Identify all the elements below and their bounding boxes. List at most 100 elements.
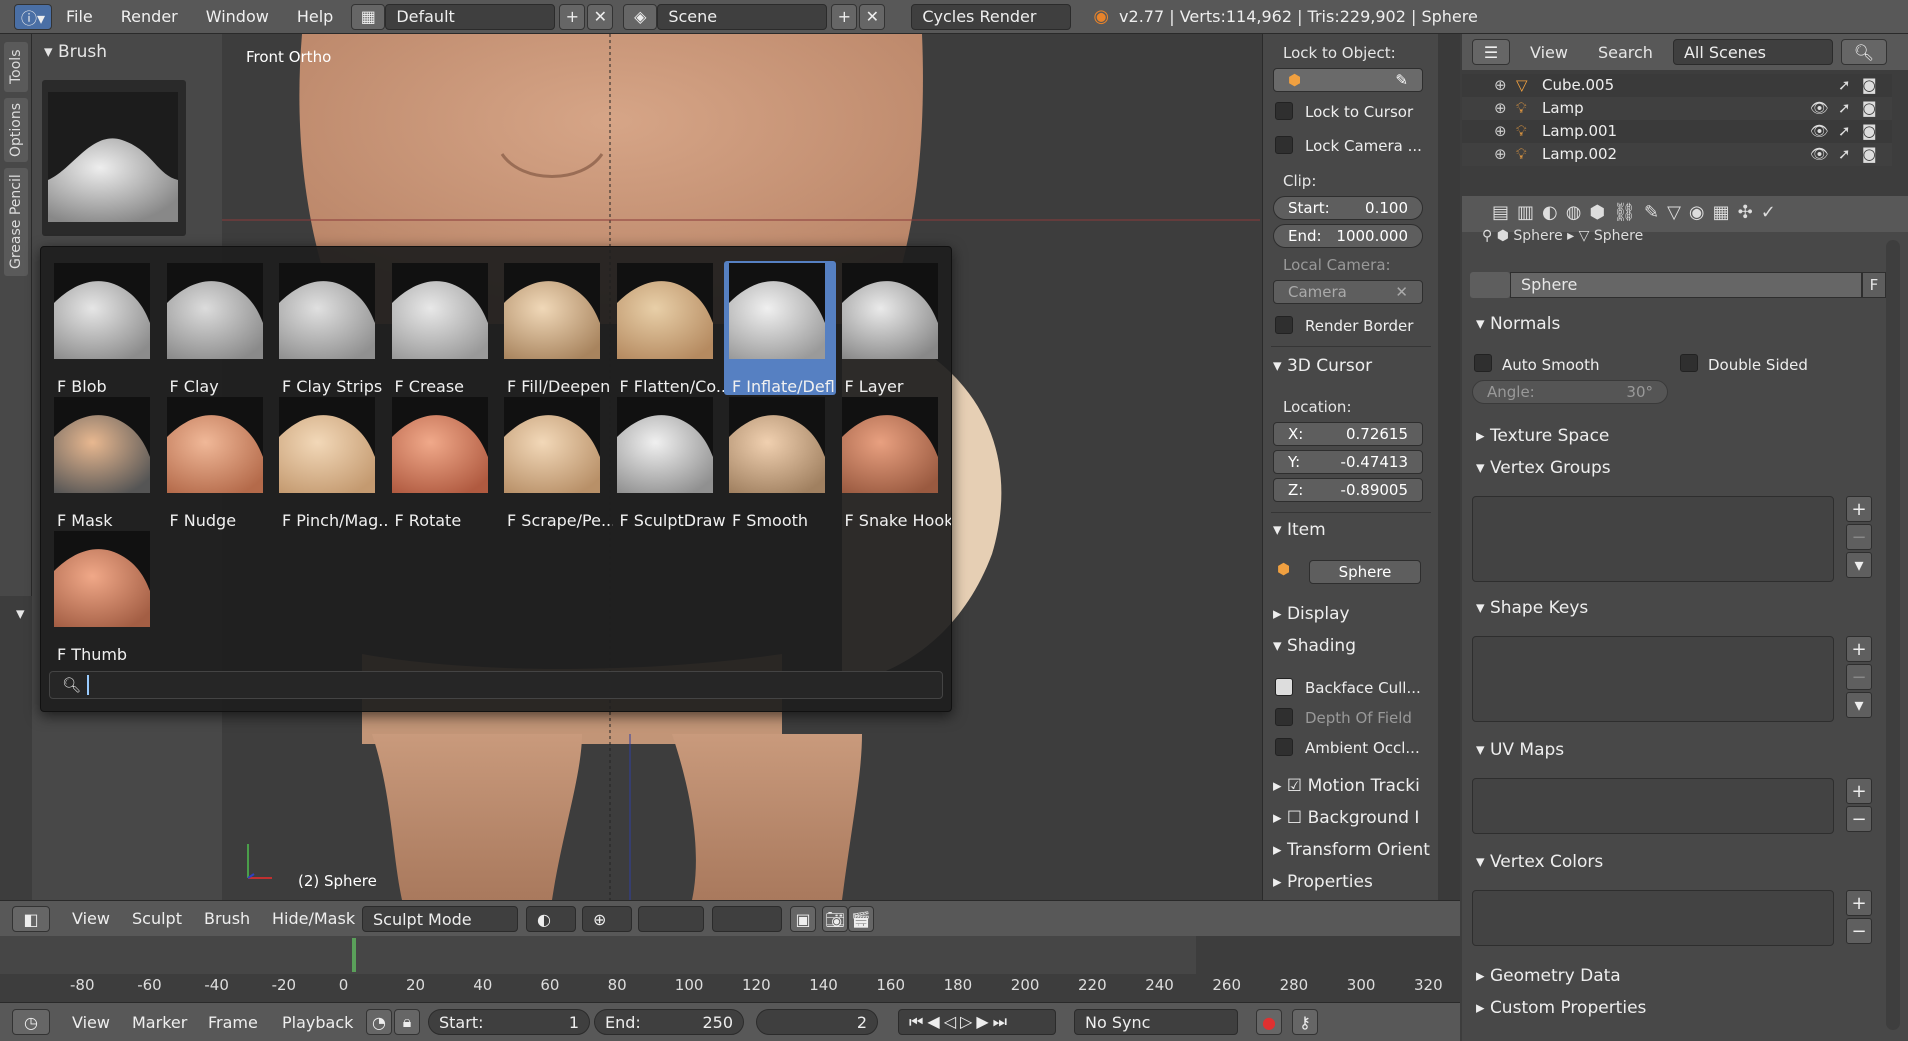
shading-panel-header[interactable]: ▾ Shading <box>1273 636 1356 656</box>
cursor-x-field[interactable]: X: 0.72615 <box>1273 422 1423 446</box>
angle-field[interactable]: Angle: 30° <box>1472 380 1668 404</box>
transform-orient-header[interactable]: ▸ Transform Orient <box>1273 840 1430 860</box>
mode-dropdown[interactable]: Sculpt Mode <box>362 906 518 932</box>
texture-space-header[interactable]: ▸ Texture Space <box>1476 426 1609 446</box>
motion-tracking-header[interactable]: ▸ ☑ Motion Tracki <box>1273 776 1420 796</box>
normals-header[interactable]: ▾ Normals <box>1476 314 1560 334</box>
scenes-dropdown[interactable]: All Scenes <box>1672 39 1833 65</box>
uv-maps-header[interactable]: ▾ UV Maps <box>1476 740 1564 760</box>
brush-tile[interactable]: F Nudge <box>162 395 274 530</box>
outliner-search-menu[interactable]: Search <box>1598 43 1653 62</box>
item-name-field[interactable]: Sphere <box>1309 560 1421 584</box>
brush-tile[interactable]: F Rotate <box>387 395 499 530</box>
property-context-icons[interactable]: ▤▥◐◍⬢⛓✎▽◉▦✣✓ <box>1492 202 1784 223</box>
render-camera-icon[interactable]: ◙ <box>1862 143 1877 166</box>
brush-tile[interactable]: F Flatten/Co... <box>612 261 726 396</box>
backface-checkbox[interactable] <box>1275 678 1293 696</box>
timeline-view-menu[interactable]: View <box>72 1013 110 1032</box>
outliner-search-icon[interactable]: 🔍︎ <box>1840 39 1887 65</box>
npanel-scrollbar[interactable] <box>1438 34 1460 900</box>
timeline[interactable]: -80 -60 -40 -20 0 20 40 60 80 100 120 140 160 180 200 2… <box>0 936 1460 1002</box>
render-camera-icon[interactable]: ◙ <box>1862 120 1877 143</box>
scene-icon[interactable]: ◈ <box>623 3 658 30</box>
properties-scrollbar[interactable] <box>1886 240 1900 1030</box>
close-layout-icon[interactable]: ✕ <box>587 3 614 30</box>
brush-tile[interactable]: F Clay Strips <box>274 261 386 396</box>
display-panel-header[interactable]: ▸ Display <box>1273 604 1350 624</box>
clip-start-field[interactable]: Start: 0.100 <box>1273 196 1423 220</box>
visibility-eye-icon[interactable]: 👁︎ <box>1810 120 1829 143</box>
render-camera-icon[interactable]: ◙ <box>1862 97 1877 120</box>
render-still-icon[interactable]: 📷︎ <box>822 906 848 932</box>
fake-user-button[interactable]: F <box>1862 272 1886 298</box>
collapsed-panel-arrow[interactable]: ▾ <box>16 604 25 624</box>
outliner-view-menu[interactable]: View <box>1530 43 1568 62</box>
ogl-render-icon[interactable]: ▣ <box>790 906 816 932</box>
visibility-eye-icon[interactable]: 👁︎ <box>1810 97 1829 120</box>
background-images-header[interactable]: ▸ ☐ Background I <box>1273 808 1419 828</box>
add-vertex-color-button[interactable]: + <box>1846 890 1872 916</box>
clip-end-field[interactable]: End: 1000.000 <box>1273 224 1423 248</box>
properties-header[interactable]: ▸ Properties <box>1273 872 1373 892</box>
outliner-item-name[interactable]: Lamp.002 <box>1542 143 1617 166</box>
tab-options[interactable]: Options <box>4 98 28 162</box>
hidemask-menu[interactable]: Hide/Mask <box>272 909 355 928</box>
shape-keys-header[interactable]: ▾ Shape Keys <box>1476 598 1588 618</box>
start-frame-field[interactable]: Start: 1 <box>428 1009 590 1035</box>
frame-menu[interactable]: Frame <box>208 1013 258 1032</box>
brush-tile[interactable]: F Clay <box>162 261 274 396</box>
auto-smooth-checkbox[interactable] <box>1474 354 1492 372</box>
brush-preview[interactable] <box>42 80 186 236</box>
ao-checkbox[interactable] <box>1275 738 1293 756</box>
brush-tile[interactable]: F Thumb <box>49 529 161 664</box>
expand-icon[interactable]: ⊕ <box>1494 74 1507 97</box>
expand-icon[interactable]: ⊕ <box>1494 143 1507 166</box>
shape-key-menu-button[interactable]: ▾ <box>1846 692 1872 718</box>
sculpt-menu[interactable]: Sculpt <box>132 909 182 928</box>
outliner-editor-icon[interactable]: ☰ <box>1472 39 1510 65</box>
layout-icon[interactable]: ▦ <box>351 3 386 30</box>
geometry-data-header[interactable]: ▸ Geometry Data <box>1476 966 1621 986</box>
brush-tile[interactable]: F Smooth <box>724 395 836 530</box>
shape-keys-list[interactable] <box>1472 636 1834 722</box>
lock-camera-checkbox[interactable] <box>1275 136 1293 154</box>
remove-vertex-group-button[interactable]: − <box>1846 524 1872 550</box>
vertex-groups-list[interactable] <box>1472 496 1834 582</box>
mesh-name-field[interactable]: Sphere <box>1510 272 1862 298</box>
custom-properties-header[interactable]: ▸ Custom Properties <box>1476 998 1646 1018</box>
brush-search-input[interactable]: 🔍︎ <box>49 671 943 699</box>
timeline-editor-icon[interactable]: ◷ <box>12 1009 50 1035</box>
item-panel-header[interactable]: ▾ Item <box>1273 520 1326 540</box>
brush-tile[interactable]: F SculptDraw <box>612 395 726 530</box>
select-arrow-icon[interactable]: ➚ <box>1838 143 1851 166</box>
render-border-checkbox[interactable] <box>1275 316 1293 334</box>
outliner-row[interactable]: ⊕ ▽ Cube.005 ➚ ◙ <box>1462 74 1892 97</box>
menu-help[interactable]: Help <box>297 7 333 26</box>
dof-checkbox[interactable] <box>1275 708 1293 726</box>
select-arrow-icon[interactable]: ➚ <box>1838 97 1851 120</box>
end-frame-field[interactable]: End: 250 <box>594 1009 744 1035</box>
outliner-item-name[interactable]: Cube.005 <box>1542 74 1614 97</box>
marker-menu[interactable]: Marker <box>132 1013 187 1032</box>
outliner-row[interactable]: ⊕ 💡︎ Lamp.002 👁︎ ➚ ◙ <box>1462 143 1892 166</box>
playback-menu[interactable]: Playback <box>282 1013 353 1032</box>
eyedropper-icon[interactable]: ✎ <box>1395 71 1408 89</box>
brush-tile[interactable]: F Layer <box>837 261 949 396</box>
render-camera-icon[interactable]: ◙ <box>1862 74 1877 97</box>
menu-file[interactable]: File <box>66 7 93 26</box>
outliner-item-name[interactable]: Lamp <box>1542 97 1584 120</box>
double-sided-checkbox[interactable] <box>1680 354 1698 372</box>
visibility-eye-icon[interactable]: 👁︎ <box>1810 143 1829 166</box>
local-camera-field[interactable]: Camera ✕ <box>1273 280 1423 304</box>
brush-tile[interactable]: F Blob <box>49 261 161 396</box>
cursor-panel-header[interactable]: ▾ 3D Cursor <box>1273 356 1372 376</box>
lock-to-cursor-checkbox[interactable] <box>1275 102 1293 120</box>
brush-panel-title[interactable]: ▾ Brush <box>44 42 107 62</box>
remove-vertex-color-button[interactable]: − <box>1846 918 1872 944</box>
clear-camera-icon[interactable]: ✕ <box>1395 283 1408 301</box>
vertex-colors-header[interactable]: ▾ Vertex Colors <box>1476 852 1603 872</box>
add-layout-icon[interactable]: + <box>559 3 586 30</box>
render-engine-dropdown[interactable]: Cycles Render <box>911 3 1072 30</box>
cursor-z-field[interactable]: Z: -0.89005 <box>1273 478 1423 502</box>
sync-dropdown[interactable]: No Sync <box>1074 1009 1238 1035</box>
